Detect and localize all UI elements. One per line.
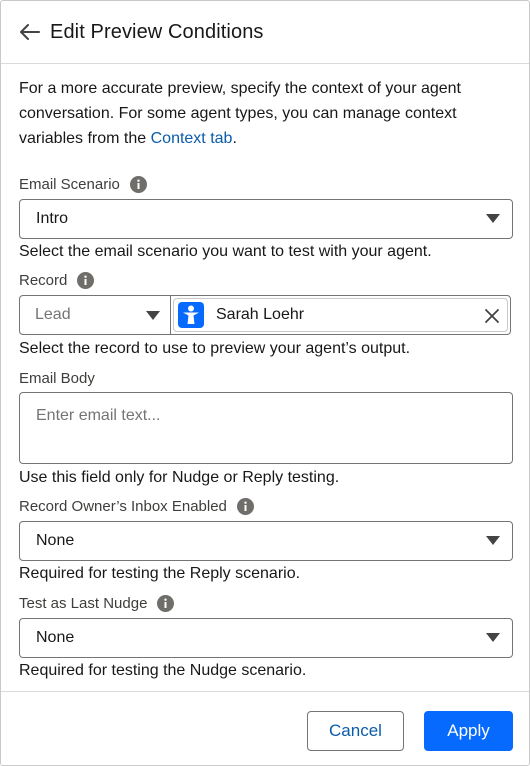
page-title: Edit Preview Conditions [50,20,264,43]
edit-preview-conditions-panel: Edit Preview Conditions For a more accur… [0,0,530,766]
email-scenario-help: Select the email scenario you want to te… [19,243,432,260]
email-body-label: Email Body [19,369,95,387]
inbox-enabled-select[interactable]: None [19,521,513,561]
info-icon[interactable] [236,497,254,515]
lead-person-icon [178,302,204,328]
record-object-select[interactable]: Lead [19,295,171,335]
back-button[interactable] [19,21,41,43]
inbox-enabled-label-row: Record Owner’s Inbox Enabled [19,496,254,516]
email-scenario-label: Email Scenario [19,175,120,193]
context-tab-link[interactable]: Context tab [151,130,233,147]
email-body-label-row: Email Body [19,368,95,388]
last-nudge-select[interactable]: None [19,618,513,658]
cancel-button[interactable]: Cancel [307,711,404,751]
caret-down-icon [486,633,500,642]
record-help: Select the record to use to preview your… [19,340,411,357]
intro-text: For a more accurate preview, specify the… [19,76,513,151]
caret-down-icon [486,536,500,545]
last-nudge-label: Test as Last Nudge [19,594,148,612]
record-lookup: Lead Sarah Loehr [19,295,511,335]
intro-text-before: For a more accurate preview, specify the… [19,80,461,147]
caret-down-icon [146,311,160,320]
panel-footer: Cancel Apply [1,691,529,765]
email-scenario-label-row: Email Scenario [19,174,147,194]
email-scenario-value: Intro [36,210,69,227]
inbox-enabled-value: None [36,532,75,549]
form-body: For a more accurate preview, specify the… [19,76,513,679]
selected-record-name: Sarah Loehr [216,306,305,323]
last-nudge-help: Required for testing the Nudge scenario. [19,662,307,679]
info-icon[interactable] [129,175,147,193]
record-object-value: Lead [35,306,71,323]
arrow-left-icon [20,24,40,40]
info-icon[interactable] [157,594,175,612]
inbox-enabled-label: Record Owner’s Inbox Enabled [19,497,227,515]
panel-header: Edit Preview Conditions [1,1,529,64]
email-scenario-select[interactable]: Intro [19,199,513,239]
email-body-textarea[interactable]: Enter email text... [19,392,513,464]
record-label-row: Record [19,270,95,290]
inbox-enabled-help: Required for testing the Reply scenario. [19,565,301,582]
last-nudge-value: None [36,629,75,646]
close-icon[interactable] [484,308,500,324]
info-icon[interactable] [77,271,95,289]
record-pill-container: Sarah Loehr [171,295,511,335]
caret-down-icon [486,214,500,223]
selected-record-pill[interactable]: Sarah Loehr [173,298,508,332]
record-label: Record [19,271,68,289]
last-nudge-label-row: Test as Last Nudge [19,593,175,613]
email-body-help: Use this field only for Nudge or Reply t… [19,469,340,486]
apply-button[interactable]: Apply [424,711,513,751]
intro-text-after: . [232,130,237,147]
